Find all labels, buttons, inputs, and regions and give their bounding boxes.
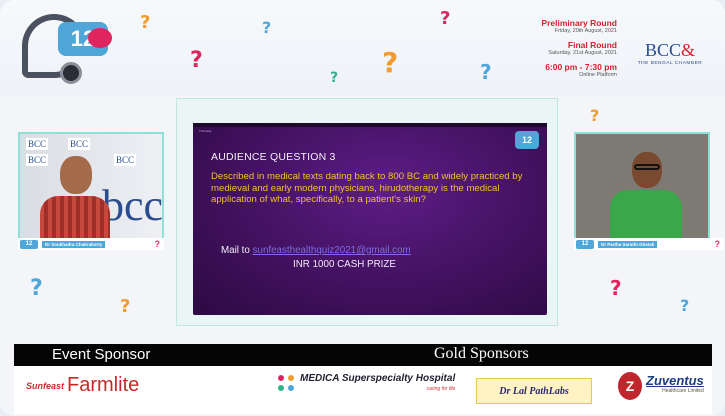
wall-logo: BCC bbox=[114, 154, 137, 166]
round-date: Friday, 20th August, 2021 bbox=[554, 28, 617, 34]
event-platform: Online Platform bbox=[579, 72, 617, 78]
sunfeast-mark: Sunfeast bbox=[26, 380, 65, 391]
sponsor-header-bar: Event Sponsor Gold Sponsors bbox=[14, 344, 712, 366]
participant-image bbox=[40, 156, 110, 242]
medica-logo: MEDICA Superspecialty Hospital caring fo… bbox=[278, 374, 455, 394]
question-mark-icon: ? bbox=[154, 239, 161, 249]
anniversary-badge-icon bbox=[88, 28, 112, 48]
wall-logo: BCC bbox=[68, 138, 91, 150]
prize-text: INR 1000 CASH PRIZE bbox=[293, 259, 396, 270]
quiz-logo-icon: 12 bbox=[20, 239, 38, 249]
medica-tagline: caring for life bbox=[426, 386, 456, 392]
participant-name: Dr Soukhadra Chakraborty bbox=[42, 240, 106, 248]
sunfeast-farmlite-logo: Sunfeast Farmlite bbox=[26, 374, 139, 397]
quiz-logo-icon: 12 bbox=[576, 239, 594, 249]
video-frame: 12 ? ? ? ? ? ? ? Preliminary Round Frida… bbox=[0, 0, 725, 416]
bcc-logo-word: BCC bbox=[644, 40, 681, 60]
question-mark-icon: ? bbox=[330, 70, 339, 86]
lal-pathlabs-logo: Dr Lal PathLabs bbox=[476, 378, 592, 404]
zuventus-icon: Z bbox=[618, 372, 642, 400]
event-time: 6:00 pm - 7:30 pm bbox=[545, 62, 617, 72]
participant-video-feed: BCC BCC BCC BCC bcc& bbox=[20, 134, 162, 242]
gold-sponsors-label: Gold Sponsors bbox=[434, 345, 529, 362]
slide-toolbar bbox=[193, 123, 547, 127]
participant-video-left[interactable]: BCC BCC BCC BCC bcc& bbox=[18, 132, 164, 244]
lal-pathlabs-name: Dr Lal PathLabs bbox=[499, 385, 569, 397]
farmlite-wordmark: Farmlite bbox=[67, 374, 140, 396]
participant-image bbox=[610, 152, 682, 242]
question-mark-icon: ? bbox=[30, 276, 43, 301]
participant-name-bar: 12 Dr Partha Sarathi Ghatak ? bbox=[574, 238, 724, 250]
round-title: Preliminary Round bbox=[541, 18, 617, 28]
wall-logo-large: bcc& bbox=[102, 181, 162, 230]
round-title: Final Round bbox=[567, 40, 617, 50]
mail-line: Mail to sunfeasthealthquiz2021@gmail.com bbox=[221, 245, 411, 256]
event-sponsor-label: Event Sponsor bbox=[52, 346, 151, 363]
question-mark-icon: ? bbox=[262, 18, 272, 37]
slide-logo: 12 bbox=[515, 131, 539, 149]
question-mark-icon: ? bbox=[190, 48, 203, 73]
medica-name: MEDICA Superspecialty Hospital bbox=[300, 373, 456, 384]
question-heading: AUDIENCE QUESTION 3 bbox=[211, 151, 336, 163]
question-slide: Thursday 12 AUDIENCE QUESTION 3 Describe… bbox=[193, 123, 547, 315]
round-schedule: Preliminary Round Friday, 20th August, 2… bbox=[541, 18, 617, 78]
round-date: Saturday, 21st August, 2021 bbox=[548, 50, 617, 56]
participant-name-bar: 12 Dr Soukhadra Chakraborty ? bbox=[18, 238, 164, 250]
slide-toolbar-label: Thursday bbox=[199, 129, 212, 133]
question-mark-icon: ? bbox=[590, 106, 600, 125]
bcc-logo: BCC& THE BENGAL CHAMBER bbox=[627, 40, 713, 66]
event-banner: 12 ? ? ? ? ? ? ? Preliminary Round Frida… bbox=[0, 0, 725, 96]
question-mark-icon: ? bbox=[382, 46, 399, 79]
question-mark-icon: ? bbox=[680, 296, 690, 315]
stethoscope-bell-icon bbox=[60, 62, 82, 84]
wall-logo: BCC bbox=[26, 138, 49, 150]
mail-link[interactable]: sunfeasthealthquiz2021@gmail.com bbox=[253, 245, 411, 256]
question-mark-icon: ? bbox=[480, 60, 492, 84]
zuventus-name: Zuventus bbox=[646, 373, 704, 388]
question-mark-icon: ? bbox=[120, 296, 131, 317]
sponsor-logos: Sunfeast Farmlite MEDICA Superspecialty … bbox=[14, 366, 712, 414]
participant-video-right[interactable] bbox=[574, 132, 710, 244]
zuventus-logo: Z Zuventus Healthcare Limited bbox=[618, 372, 704, 400]
question-mark-icon: ? bbox=[140, 12, 151, 33]
medica-icon bbox=[278, 375, 296, 393]
question-mark-icon: ? bbox=[610, 276, 622, 300]
question-mark-icon: ? bbox=[714, 239, 721, 249]
participant-name: Dr Partha Sarathi Ghatak bbox=[598, 240, 658, 248]
bcc-logo-amp: & bbox=[681, 40, 696, 60]
quiz-stage: ? ? ? ? ? BCC BCC BCC BCC bcc& 12 Dr Sou… bbox=[0, 96, 725, 344]
question-mark-icon: ? bbox=[440, 8, 451, 29]
mail-label: Mail to bbox=[221, 245, 250, 256]
presentation-frame: Thursday 12 AUDIENCE QUESTION 3 Describe… bbox=[176, 98, 558, 326]
question-text: Described in medical texts dating back t… bbox=[211, 171, 523, 206]
bcc-logo-subtitle: THE BENGAL CHAMBER bbox=[637, 61, 703, 66]
participant-video-feed bbox=[576, 134, 708, 242]
